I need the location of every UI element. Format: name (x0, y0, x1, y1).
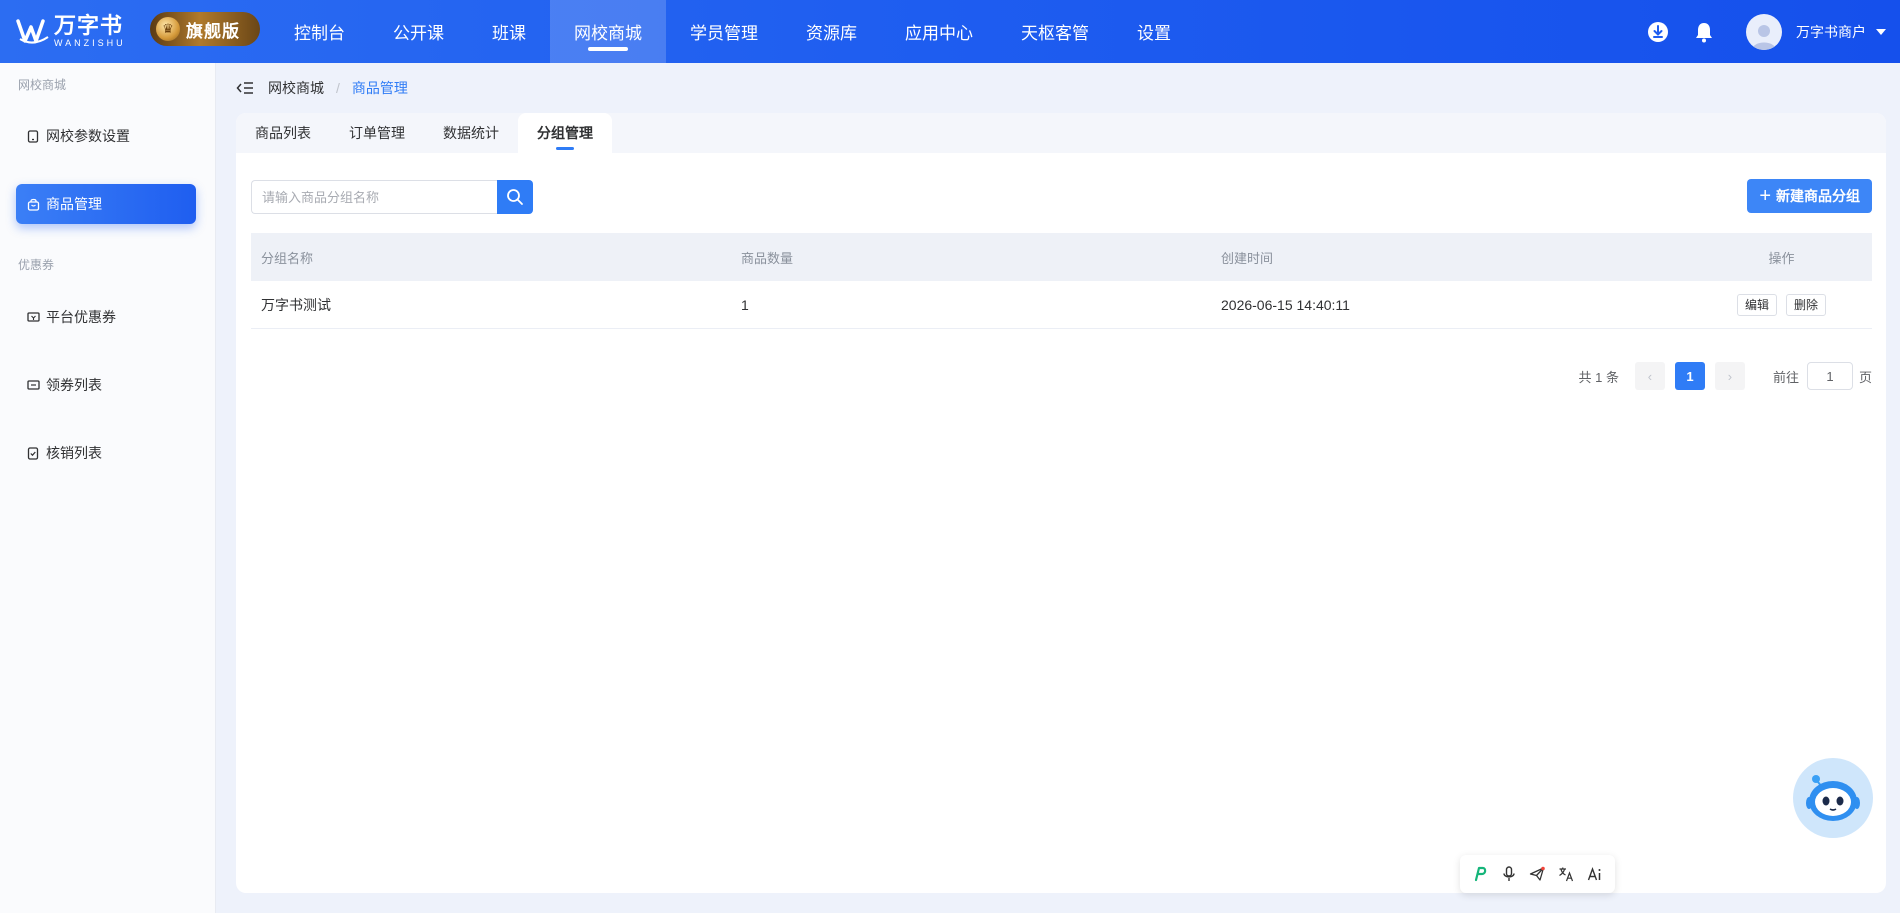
nav-item-class[interactable]: 班课 (468, 0, 550, 63)
send-icon[interactable] (1526, 863, 1548, 885)
logo-icon (16, 19, 49, 44)
sidebar-group-coupons: 优惠券 (18, 258, 55, 272)
cell-created-time: 2026-06-15 14:40:11 (1221, 296, 1350, 313)
content-panel: 商品列表 订单管理 数据统计 分组管理 + 新建商品分组 分组名称 商品数量 创… (236, 113, 1886, 893)
tab-group-management[interactable]: 分组管理 (518, 113, 612, 153)
collapse-sidebar-icon[interactable] (236, 80, 254, 96)
tab-statistics[interactable]: 数据统计 (424, 113, 518, 153)
sidebar-item-redeem-list[interactable]: 核销列表 (16, 433, 196, 473)
edition-label: 旗舰版 (186, 21, 240, 41)
search-input[interactable] (251, 180, 497, 214)
tab-bar: 商品列表 订单管理 数据统计 分组管理 (236, 113, 1886, 153)
group-table: 分组名称 商品数量 创建时间 操作 万字书测试 1 2026-06-15 14:… (251, 233, 1872, 329)
ticket-icon (26, 310, 40, 324)
crown-icon: ♛ (156, 17, 180, 41)
nav-item-resources[interactable]: 资源库 (782, 0, 881, 63)
top-right-tools: 万字书商户 (1646, 0, 1900, 63)
delete-button[interactable]: 删除 (1786, 293, 1827, 316)
brand-logo[interactable]: 万字书 WANZISHU (16, 11, 126, 51)
new-group-label: 新建商品分组 (1776, 188, 1860, 204)
column-header-count: 商品数量 (741, 250, 794, 266)
nav-item-students[interactable]: 学员管理 (666, 0, 782, 63)
breadcrumb: 网校商城 / 商品管理 (236, 78, 408, 98)
top-bar: 万字书 WANZISHU ♛ 旗舰版 控制台 公开课 班课 网校商城 学员管理 … (0, 0, 1900, 63)
p-logo-icon[interactable] (1469, 863, 1491, 885)
download-icon[interactable] (1646, 20, 1670, 44)
brand-name-en: WANZISHU (54, 37, 126, 48)
sidebar-group-mall: 网校商城 (18, 78, 67, 92)
search-bar (251, 180, 533, 214)
nav-item-settings[interactable]: 设置 (1113, 0, 1195, 63)
nav-item-open-class[interactable]: 公开课 (369, 0, 468, 63)
sidebar-item-label: 平台优惠券 (46, 309, 116, 325)
brand-name: 万字书 (54, 12, 124, 38)
nav-item-dashboard[interactable]: 控制台 (270, 0, 369, 63)
page-number[interactable]: 1 (1674, 362, 1705, 390)
breadcrumb-parent[interactable]: 网校商城 (268, 78, 324, 98)
column-header-name: 分组名称 (261, 250, 314, 266)
search-button[interactable] (497, 180, 533, 214)
edition-badge: ♛ 旗舰版 (150, 12, 260, 46)
sidebar-item-label: 核销列表 (46, 445, 102, 461)
cell-group-name: 万字书测试 (261, 296, 331, 313)
tab-orders[interactable]: 订单管理 (330, 113, 424, 153)
pagination: 共 1 条 ‹ 1 › 前往 页 (1578, 362, 1872, 390)
new-group-button[interactable]: + 新建商品分组 (1747, 179, 1872, 213)
coupon-icon (26, 378, 40, 392)
nav-item-crm[interactable]: 天枢客管 (997, 0, 1113, 63)
robot-icon (1806, 775, 1860, 821)
ai-text-icon[interactable] (1584, 863, 1606, 885)
pagination-goto-label: 前往 (1772, 369, 1799, 385)
tab-product-list[interactable]: 商品列表 (236, 113, 330, 153)
tablet-icon (26, 129, 40, 143)
sidebar-item-label: 商品管理 (46, 196, 102, 212)
sidebar-item-products[interactable]: 商品管理 (16, 184, 196, 224)
nav-item-apps[interactable]: 应用中心 (881, 0, 997, 63)
ai-assistant-button[interactable] (1793, 758, 1873, 838)
translate-icon[interactable] (1555, 863, 1577, 885)
prev-page-button[interactable]: ‹ (1634, 362, 1665, 390)
user-name[interactable]: 万字书商户 (1796, 22, 1866, 42)
user-icon (1752, 24, 1776, 50)
cell-actions: 编辑 删除 (1691, 293, 1872, 316)
breadcrumb-current: 商品管理 (351, 80, 408, 96)
sidebar: 网校商城 网校参数设置 商品管理 优惠券 平台优惠券 领券列表 核销列表 (0, 63, 216, 913)
microphone-icon[interactable] (1498, 863, 1520, 885)
page-jump-input[interactable] (1806, 362, 1853, 390)
avatar[interactable] (1746, 13, 1782, 50)
cell-product-count: 1 (741, 296, 749, 313)
nav-item-mall[interactable]: 网校商城 (550, 0, 666, 63)
main-nav: 控制台 公开课 班课 网校商城 学员管理 资源库 应用中心 天枢客管 设置 (270, 0, 1195, 63)
edit-button[interactable]: 编辑 (1736, 293, 1777, 316)
column-header-created: 创建时间 (1221, 250, 1274, 266)
chevron-down-icon[interactable] (1876, 28, 1886, 35)
check-icon (26, 446, 40, 460)
floating-toolbar (1460, 855, 1615, 893)
sidebar-item-label: 网校参数设置 (46, 128, 130, 144)
plus-icon: + (1759, 185, 1771, 207)
search-icon (507, 189, 523, 205)
pagination-page-label: 页 (1858, 369, 1872, 385)
sidebar-item-claim-list[interactable]: 领券列表 (16, 365, 196, 405)
pagination-total: 共 1 条 (1578, 369, 1619, 385)
breadcrumb-separator: / (336, 80, 340, 96)
table-header: 分组名称 商品数量 创建时间 操作 (251, 233, 1872, 281)
bell-icon[interactable] (1692, 20, 1716, 44)
sidebar-item-mall-settings[interactable]: 网校参数设置 (16, 116, 196, 156)
sidebar-item-platform-coupons[interactable]: 平台优惠券 (16, 297, 196, 337)
sidebar-item-label: 领券列表 (46, 377, 102, 393)
table-row: 万字书测试 1 2026-06-15 14:40:11 编辑 删除 (251, 281, 1872, 329)
bag-icon (26, 197, 40, 211)
column-header-actions: 操作 (1768, 250, 1795, 266)
next-page-button[interactable]: › (1714, 362, 1745, 390)
